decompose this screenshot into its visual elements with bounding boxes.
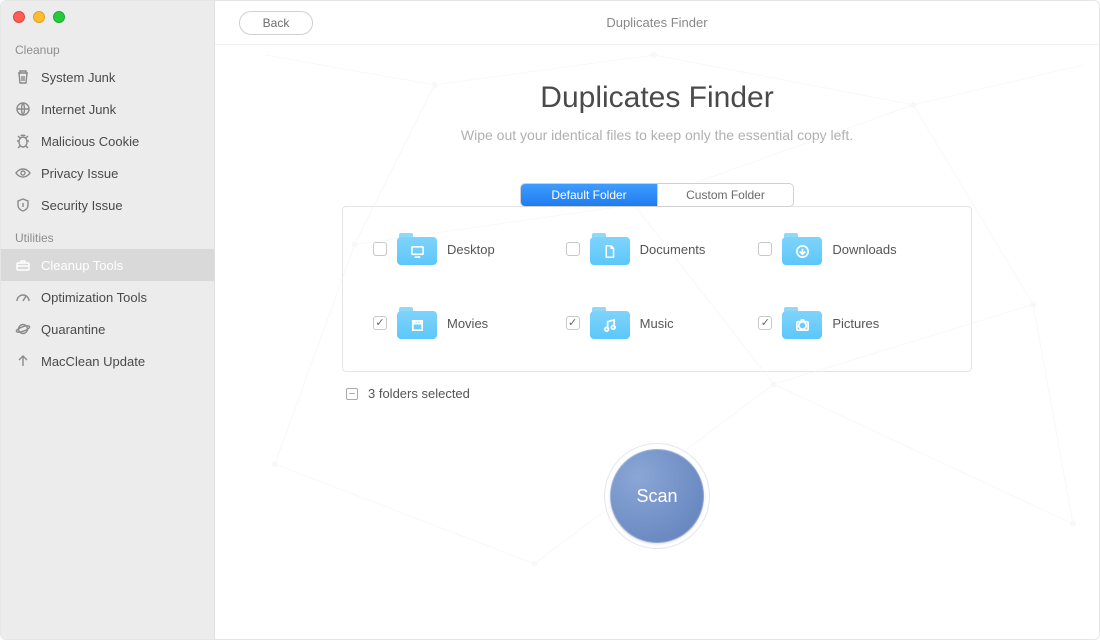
folder-label: Documents xyxy=(640,242,706,257)
folder-checkbox-movies[interactable] xyxy=(373,316,387,330)
folder-picture-icon xyxy=(782,307,822,339)
folder-checkbox-documents[interactable] xyxy=(566,242,580,256)
sidebar-item-label: Internet Junk xyxy=(41,102,116,117)
folder-item-downloads: Downloads xyxy=(758,233,941,265)
globe-icon xyxy=(15,101,31,117)
selection-summary-text: 3 folders selected xyxy=(368,386,470,401)
folder-checkbox-downloads[interactable] xyxy=(758,242,772,256)
scan-button-ring: Scan xyxy=(610,449,704,543)
folder-tabs: Default Folder Custom Folder xyxy=(275,183,1039,207)
folder-label: Music xyxy=(640,316,674,331)
toolbox-icon xyxy=(15,257,31,273)
folder-label: Pictures xyxy=(832,316,879,331)
top-bar: Back Duplicates Finder xyxy=(215,1,1099,45)
app-window: Cleanup System Junk Internet Junk Malici… xyxy=(0,0,1100,640)
gauge-icon xyxy=(15,289,31,305)
sidebar-item-optimization-tools[interactable]: Optimization Tools xyxy=(1,281,214,313)
minimize-window-button[interactable] xyxy=(33,11,45,23)
window-controls xyxy=(1,1,214,33)
sidebar-item-label: Security Issue xyxy=(41,198,123,213)
bug-icon xyxy=(15,133,31,149)
sidebar-item-privacy-issue[interactable]: Privacy Issue xyxy=(1,157,214,189)
close-window-button[interactable] xyxy=(13,11,25,23)
indeterminate-checkbox[interactable]: – xyxy=(346,388,358,400)
folder-download-icon xyxy=(782,233,822,265)
folder-item-pictures: Pictures xyxy=(758,307,941,339)
folder-selection-box: Desktop Documents Downloads Movies Music Pict… xyxy=(342,206,972,372)
content-area: Duplicates Finder Wipe out your identica… xyxy=(215,45,1099,639)
back-button[interactable]: Back xyxy=(239,11,313,35)
folder-label: Downloads xyxy=(832,242,896,257)
sidebar-item-internet-junk[interactable]: Internet Junk xyxy=(1,93,214,125)
folder-document-icon xyxy=(590,233,630,265)
sidebar: Cleanup System Junk Internet Junk Malici… xyxy=(1,1,215,639)
folder-label: Desktop xyxy=(447,242,495,257)
page-title: Duplicates Finder xyxy=(275,81,1039,115)
folder-movie-icon xyxy=(397,307,437,339)
eye-icon xyxy=(15,165,31,181)
tab-default-folder[interactable]: Default Folder xyxy=(521,184,657,206)
page-subtitle: Wipe out your identical files to keep on… xyxy=(275,127,1039,143)
sidebar-item-label: Cleanup Tools xyxy=(41,258,123,273)
folder-item-documents: Documents xyxy=(566,233,749,265)
folder-label: Movies xyxy=(447,316,488,331)
sidebar-item-cleanup-tools[interactable]: Cleanup Tools xyxy=(1,249,214,281)
folder-item-music: Music xyxy=(566,307,749,339)
scan-button[interactable]: Scan xyxy=(610,449,704,543)
sidebar-item-label: Privacy Issue xyxy=(41,166,118,181)
folder-checkbox-pictures[interactable] xyxy=(758,316,772,330)
sidebar-item-label: System Junk xyxy=(41,70,115,85)
folder-checkbox-music[interactable] xyxy=(566,316,580,330)
sidebar-item-quarantine[interactable]: Quarantine xyxy=(1,313,214,345)
sidebar-item-system-junk[interactable]: System Junk xyxy=(1,61,214,93)
sidebar-item-malicious-cookie[interactable]: Malicious Cookie xyxy=(1,125,214,157)
shield-icon xyxy=(15,197,31,213)
arrow-up-icon xyxy=(15,353,31,369)
folder-item-desktop: Desktop xyxy=(373,233,556,265)
main-panel: Back Duplicates Finder Duplicates Finder… xyxy=(215,1,1099,639)
sidebar-section-utilities: Utilities xyxy=(1,221,214,249)
sidebar-item-label: Quarantine xyxy=(41,322,105,337)
sidebar-item-label: Optimization Tools xyxy=(41,290,147,305)
window-title: Duplicates Finder xyxy=(606,15,707,30)
sidebar-item-security-issue[interactable]: Security Issue xyxy=(1,189,214,221)
folder-checkbox-desktop[interactable] xyxy=(373,242,387,256)
tab-custom-folder[interactable]: Custom Folder xyxy=(657,184,793,206)
zoom-window-button[interactable] xyxy=(53,11,65,23)
planet-icon xyxy=(15,321,31,337)
selection-summary-row: – 3 folders selected xyxy=(342,386,972,401)
sidebar-item-label: Malicious Cookie xyxy=(41,134,139,149)
sidebar-item-macclean-update[interactable]: MacClean Update xyxy=(1,345,214,377)
folder-desktop-icon xyxy=(397,233,437,265)
folder-music-icon xyxy=(590,307,630,339)
sidebar-section-cleanup: Cleanup xyxy=(1,33,214,61)
folder-item-movies: Movies xyxy=(373,307,556,339)
sidebar-item-label: MacClean Update xyxy=(41,354,145,369)
trash-icon xyxy=(15,69,31,85)
